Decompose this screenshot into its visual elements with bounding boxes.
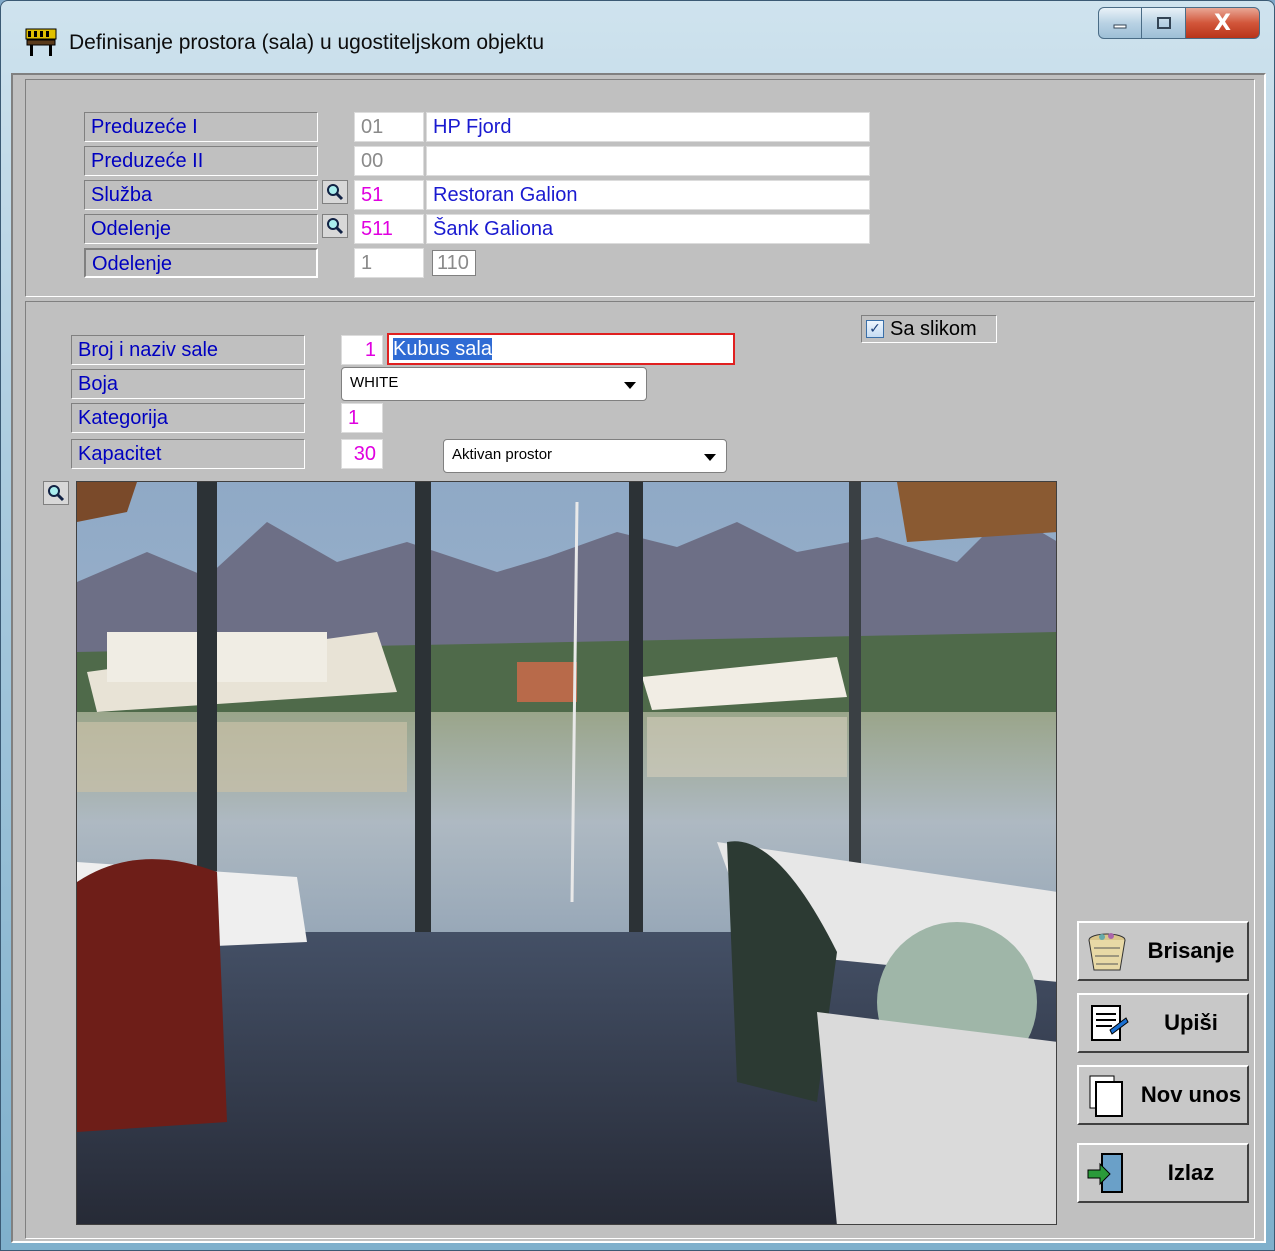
client-area: Preduzeće I 01 HP Fjord Preduzeće II 00 … bbox=[11, 73, 1266, 1243]
app-window: Definisanje prostora (sala) u ugostitelj… bbox=[0, 0, 1275, 1251]
sa-slikom-checkbox[interactable]: ✓ Sa slikom bbox=[861, 315, 997, 343]
hall-name-selected-text: Kubus sala bbox=[393, 338, 492, 360]
company-panel: Preduzeće I 01 HP Fjord Preduzeće II 00 … bbox=[25, 79, 1255, 297]
title-bar[interactable]: Definisanje prostora (sala) u ugostitelj… bbox=[1, 1, 1274, 73]
hall-photo bbox=[76, 481, 1057, 1225]
odelenje-name[interactable]: Šank Galiona bbox=[426, 214, 870, 244]
label-kapacitet: Kapacitet bbox=[71, 439, 305, 469]
odelenje-code[interactable]: 511 bbox=[354, 214, 424, 244]
label-preduzece-1: Preduzeće I bbox=[84, 112, 318, 142]
brisanje-label: Brisanje bbox=[1147, 938, 1235, 963]
upisi-label: Upiši bbox=[1164, 1010, 1218, 1035]
magnifier-icon bbox=[48, 485, 65, 502]
chevron-down-icon bbox=[704, 454, 716, 461]
minimize-button[interactable] bbox=[1098, 7, 1142, 39]
restaurant-harbor-photo bbox=[77, 482, 1056, 1224]
sluzba-name[interactable]: Restoran Galion bbox=[426, 180, 870, 210]
izlaz-label: Izlaz bbox=[1167, 1160, 1215, 1185]
maximize-button[interactable] bbox=[1142, 7, 1186, 39]
chevron-down-icon bbox=[624, 382, 636, 389]
label-odelenje-2: Odelenje bbox=[84, 248, 318, 278]
close-button[interactable]: X bbox=[1186, 7, 1260, 39]
sa-slikom-label: Sa slikom bbox=[890, 317, 977, 340]
hall-number-field[interactable]: 1 bbox=[341, 335, 383, 365]
magnifier-icon bbox=[327, 218, 344, 235]
hall-name-field[interactable]: Kubus sala bbox=[387, 333, 735, 365]
basket-icon bbox=[1079, 923, 1135, 979]
window-title: Definisanje prostora (sala) u ugostitelj… bbox=[69, 31, 545, 54]
minimize-icon bbox=[1113, 24, 1127, 29]
odelenje-lookup-button[interactable] bbox=[322, 214, 348, 238]
label-kategorija: Kategorija bbox=[71, 403, 305, 433]
label-preduzece-2: Preduzeće II bbox=[84, 146, 318, 176]
odelenje-2-extra: 110 bbox=[432, 250, 476, 276]
app-icon bbox=[25, 27, 59, 57]
nov-unos-button[interactable]: Nov unos bbox=[1077, 1065, 1249, 1125]
boja-select-value: WHITE bbox=[350, 374, 399, 391]
nov-unos-label: Nov unos bbox=[1140, 1082, 1242, 1107]
status-select[interactable]: Aktivan prostor bbox=[443, 439, 727, 473]
label-sluzba: Služba bbox=[84, 180, 318, 210]
label-odelenje: Odelenje bbox=[84, 214, 318, 244]
exit-door-icon bbox=[1079, 1145, 1135, 1201]
label-broj-naziv: Broj i naziv sale bbox=[71, 335, 305, 365]
scroll-write-icon bbox=[1079, 995, 1135, 1051]
label-boja: Boja bbox=[71, 369, 305, 399]
odelenje-2-code[interactable]: 1 bbox=[354, 248, 424, 278]
kapacitet-field[interactable]: 30 bbox=[341, 439, 383, 469]
brisanje-button[interactable]: Brisanje bbox=[1077, 921, 1249, 981]
close-icon: X bbox=[1214, 10, 1231, 36]
status-select-value: Aktivan prostor bbox=[452, 446, 553, 463]
preduzece-2-name[interactable] bbox=[426, 146, 870, 176]
preduzece-2-code[interactable]: 00 bbox=[354, 146, 424, 176]
image-lookup-button[interactable] bbox=[43, 481, 69, 505]
check-icon: ✓ bbox=[866, 320, 884, 338]
kategorija-field[interactable]: 1 bbox=[341, 403, 383, 433]
sluzba-code[interactable]: 51 bbox=[354, 180, 424, 210]
preduzece-1-code[interactable]: 01 bbox=[354, 112, 424, 142]
upisi-button[interactable]: Upiši bbox=[1077, 993, 1249, 1053]
sluzba-lookup-button[interactable] bbox=[322, 180, 348, 204]
izlaz-button[interactable]: Izlaz bbox=[1077, 1143, 1249, 1203]
maximize-icon bbox=[1156, 17, 1171, 29]
new-pages-icon bbox=[1079, 1067, 1135, 1123]
preduzece-1-name[interactable]: HP Fjord bbox=[426, 112, 870, 142]
boja-select[interactable]: WHITE bbox=[341, 367, 647, 401]
window-controls: X bbox=[1098, 7, 1260, 39]
magnifier-icon bbox=[327, 184, 344, 201]
